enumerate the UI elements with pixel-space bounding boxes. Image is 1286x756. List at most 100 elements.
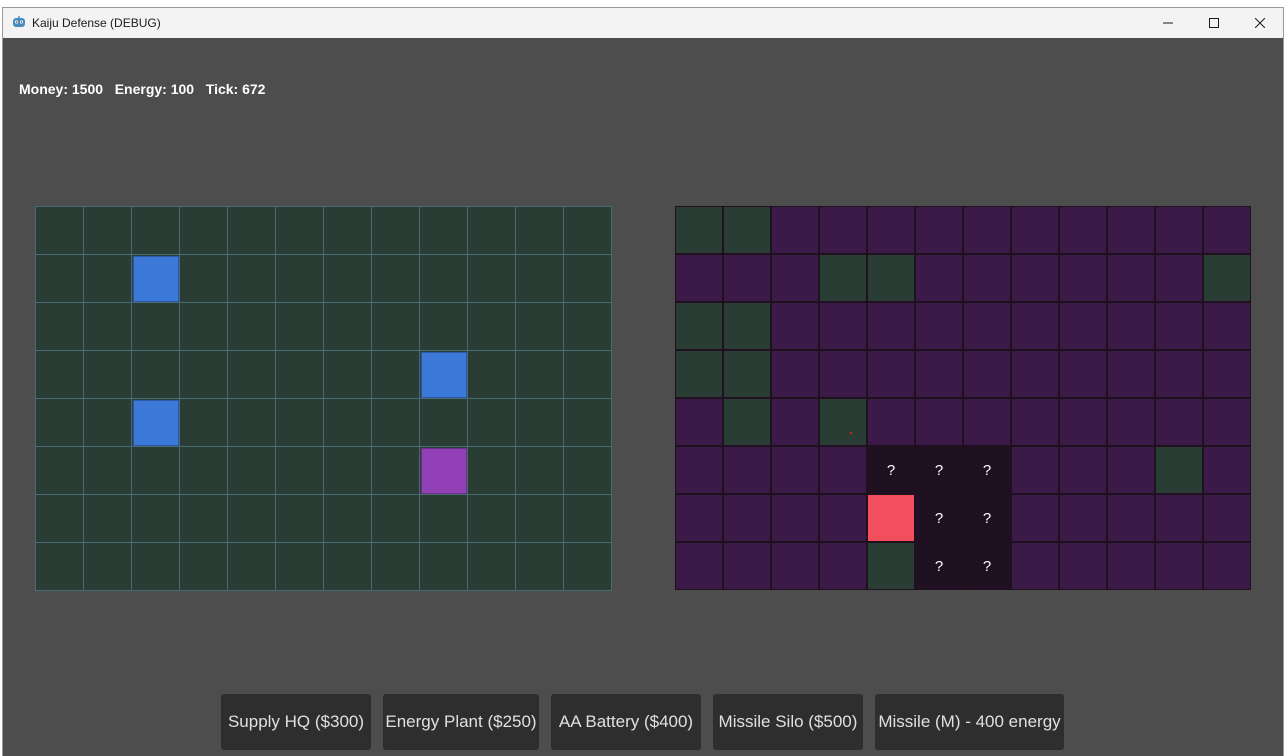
revealed-cell[interactable]: [1155, 446, 1203, 494]
player-grid-cell[interactable]: [228, 255, 276, 303]
player-grid-cell[interactable]: [516, 255, 564, 303]
player-grid-cell[interactable]: [180, 447, 228, 495]
fog-cell[interactable]: [1059, 254, 1107, 302]
unknown-cell[interactable]: ?: [963, 542, 1011, 590]
player-grid-cell[interactable]: [372, 399, 420, 447]
player-grid-cell[interactable]: [276, 543, 324, 591]
fog-cell[interactable]: [675, 494, 723, 542]
player-grid-cell[interactable]: [372, 543, 420, 591]
fog-cell[interactable]: [819, 542, 867, 590]
player-grid-cell[interactable]: [420, 303, 468, 351]
revealed-cell[interactable]: [819, 254, 867, 302]
player-grid-cell[interactable]: [180, 351, 228, 399]
fog-cell[interactable]: [1155, 398, 1203, 446]
player-grid-cell[interactable]: [324, 495, 372, 543]
friendly-building-blue[interactable]: [133, 400, 179, 446]
player-grid-cell[interactable]: [372, 255, 420, 303]
fog-cell[interactable]: [1155, 350, 1203, 398]
player-grid-cell[interactable]: [564, 207, 612, 255]
fog-cell[interactable]: [819, 494, 867, 542]
player-grid-cell[interactable]: [564, 303, 612, 351]
fog-cell[interactable]: [1059, 398, 1107, 446]
player-grid-cell[interactable]: [36, 495, 84, 543]
title-bar[interactable]: Kaiju Defense (DEBUG): [3, 8, 1283, 38]
player-grid-cell[interactable]: [420, 351, 468, 399]
fog-cell[interactable]: [1107, 350, 1155, 398]
player-grid-cell[interactable]: [132, 207, 180, 255]
player-grid-cell[interactable]: [84, 255, 132, 303]
player-grid-cell[interactable]: [516, 351, 564, 399]
player-grid-cell[interactable]: [180, 543, 228, 591]
fog-cell[interactable]: [771, 494, 819, 542]
player-grid-cell[interactable]: [228, 495, 276, 543]
player-grid-cell[interactable]: [36, 447, 84, 495]
player-grid-cell[interactable]: [324, 207, 372, 255]
fog-cell[interactable]: [1059, 446, 1107, 494]
fog-cell[interactable]: [1107, 302, 1155, 350]
fog-cell[interactable]: [915, 398, 963, 446]
fog-cell[interactable]: [819, 350, 867, 398]
unknown-cell[interactable]: ?: [867, 446, 915, 494]
fog-cell[interactable]: [1203, 350, 1251, 398]
fog-cell[interactable]: [963, 302, 1011, 350]
player-grid-cell[interactable]: [228, 447, 276, 495]
player-grid-cell[interactable]: [36, 303, 84, 351]
fog-cell[interactable]: [867, 206, 915, 254]
missile-launch-button[interactable]: Missile (M) - 400 energy: [875, 694, 1064, 750]
player-grid-cell[interactable]: [516, 207, 564, 255]
player-grid-cell[interactable]: [372, 207, 420, 255]
player-grid-cell[interactable]: [516, 399, 564, 447]
revealed-cell[interactable]: [867, 254, 915, 302]
unknown-cell[interactable]: ?: [963, 446, 1011, 494]
player-grid-cell[interactable]: [132, 495, 180, 543]
maximize-button[interactable]: [1191, 8, 1237, 38]
fog-cell[interactable]: [723, 542, 771, 590]
fog-cell[interactable]: [1155, 542, 1203, 590]
player-grid-cell[interactable]: [276, 303, 324, 351]
fog-cell[interactable]: [723, 254, 771, 302]
kaiju-marker[interactable]: [867, 494, 915, 542]
player-grid-cell[interactable]: [36, 207, 84, 255]
player-grid-cell[interactable]: [324, 447, 372, 495]
fog-cell[interactable]: [1155, 494, 1203, 542]
fog-cell[interactable]: [1059, 302, 1107, 350]
fog-cell[interactable]: [1011, 446, 1059, 494]
player-grid-cell[interactable]: [132, 351, 180, 399]
player-grid-cell[interactable]: [180, 303, 228, 351]
player-grid-cell[interactable]: [372, 351, 420, 399]
fog-cell[interactable]: [1059, 350, 1107, 398]
player-grid-cell[interactable]: [132, 543, 180, 591]
fog-cell[interactable]: [771, 542, 819, 590]
unknown-cell[interactable]: ?: [915, 542, 963, 590]
player-grid-cell[interactable]: [516, 447, 564, 495]
fog-cell[interactable]: [723, 446, 771, 494]
fog-cell[interactable]: [963, 398, 1011, 446]
supply-hq-button[interactable]: Supply HQ ($300): [221, 694, 371, 750]
player-grid-cell[interactable]: [228, 399, 276, 447]
fog-cell[interactable]: [819, 302, 867, 350]
player-grid-cell[interactable]: [132, 303, 180, 351]
player-grid-cell[interactable]: [180, 495, 228, 543]
player-grid-cell[interactable]: [228, 207, 276, 255]
player-grid-cell[interactable]: [468, 351, 516, 399]
player-grid-cell[interactable]: [468, 399, 516, 447]
revealed-cell[interactable]: [867, 542, 915, 590]
player-grid-cell[interactable]: [36, 351, 84, 399]
player-grid-cell[interactable]: [180, 207, 228, 255]
fog-cell[interactable]: [1107, 206, 1155, 254]
player-grid-cell[interactable]: [84, 543, 132, 591]
fog-cell[interactable]: [675, 446, 723, 494]
fog-cell[interactable]: [1203, 494, 1251, 542]
revealed-cell[interactable]: [723, 350, 771, 398]
player-grid-cell[interactable]: [420, 447, 468, 495]
fog-cell[interactable]: [1107, 446, 1155, 494]
fog-cell[interactable]: [867, 398, 915, 446]
fog-cell[interactable]: [1011, 206, 1059, 254]
player-grid-cell[interactable]: [564, 255, 612, 303]
player-grid-cell[interactable]: [276, 207, 324, 255]
player-grid-cell[interactable]: [468, 255, 516, 303]
player-board[interactable]: [35, 206, 612, 591]
missile-silo-button[interactable]: Missile Silo ($500): [713, 694, 863, 750]
player-grid-cell[interactable]: [324, 303, 372, 351]
player-grid-cell[interactable]: [420, 543, 468, 591]
